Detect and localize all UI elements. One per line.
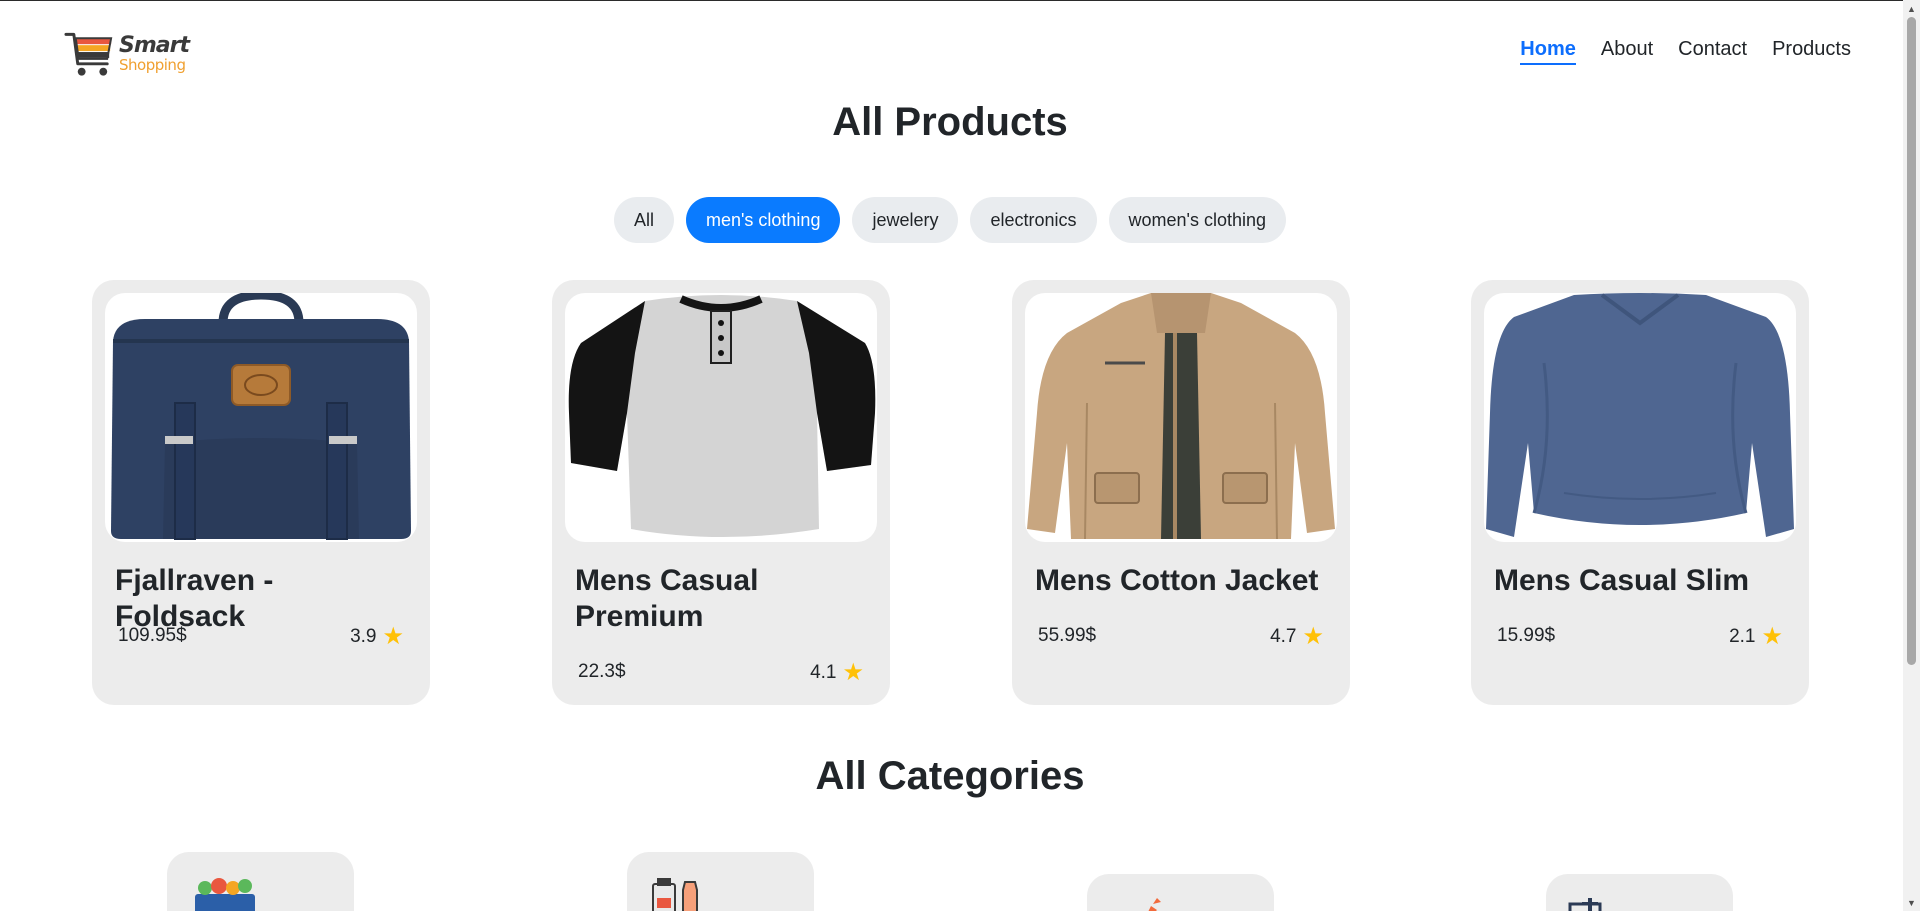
star-icon: ★ xyxy=(1761,623,1783,650)
product-rating: 2.1 ★ xyxy=(1729,625,1783,649)
product-name: Mens Casual Premium xyxy=(575,564,759,633)
nav-contact[interactable]: Contact xyxy=(1678,38,1747,65)
bottles-icon xyxy=(652,878,698,911)
product-price: 22.3$ xyxy=(578,661,626,682)
filter-jewelery[interactable]: jewelery xyxy=(852,197,959,243)
appliance-icon xyxy=(1568,898,1602,911)
scroll-down-arrow-icon[interactable]: ▼ xyxy=(1903,894,1920,911)
scroll-up-arrow-icon[interactable]: ▲ xyxy=(1903,0,1920,17)
raglan-shirt-image xyxy=(565,293,877,542)
filter-electronics[interactable]: electronics xyxy=(970,197,1097,243)
star-icon: ★ xyxy=(842,659,864,686)
product-rating: 3.9 ★ xyxy=(350,625,404,649)
product-price: 55.99$ xyxy=(1038,625,1097,646)
window-top-border xyxy=(0,0,1920,1)
carrot-icon xyxy=(1148,898,1161,911)
product-card[interactable]: Mens Casual Slim 15.99$ 2.1 ★ xyxy=(1471,280,1809,705)
jacket-image xyxy=(1025,293,1337,542)
rating-value: 4.1 xyxy=(810,662,837,683)
filter-all[interactable]: All xyxy=(613,197,674,243)
category-card[interactable] xyxy=(167,852,354,911)
nav-about[interactable]: About xyxy=(1601,38,1653,65)
star-icon: ★ xyxy=(1302,623,1324,650)
long-sleeve-shirt-image xyxy=(1484,293,1796,542)
rating-value: 4.7 xyxy=(1270,626,1297,647)
backpack-image xyxy=(105,293,417,542)
nav-products[interactable]: Products xyxy=(1772,38,1851,65)
categories-section-title: All Categories xyxy=(815,754,1085,798)
cart-logo-icon xyxy=(64,32,113,76)
vertical-scrollbar[interactable]: ▲ ▼ xyxy=(1903,0,1920,911)
product-price: 15.99$ xyxy=(1497,625,1556,646)
product-rating: 4.7 ★ xyxy=(1270,625,1324,649)
logo-title: Smart xyxy=(119,33,190,58)
category-card[interactable] xyxy=(1546,874,1733,911)
category-card[interactable] xyxy=(1087,874,1274,911)
product-card[interactable]: Fjallraven - Foldsack 109.95$ 3.9 ★ xyxy=(92,280,430,705)
main-nav: Home About Contact Products xyxy=(1495,38,1851,65)
category-card[interactable] xyxy=(627,852,814,911)
product-name: Mens Casual Slim xyxy=(1494,564,1750,597)
filter-womens-clothing[interactable]: women's clothing xyxy=(1108,197,1287,243)
product-card[interactable]: Mens Casual Premium 22.3$ 4.1 ★ xyxy=(552,280,890,705)
nav-home[interactable]: Home xyxy=(1520,38,1576,65)
vegetables-basket-icon xyxy=(195,878,255,911)
product-card[interactable]: Mens Cotton Jacket 55.99$ 4.7 ★ xyxy=(1012,280,1350,705)
category-filters: All men's clothing jewelery electronics … xyxy=(0,197,1900,243)
rating-value: 2.1 xyxy=(1729,626,1756,647)
scrollbar-thumb[interactable] xyxy=(1907,17,1916,665)
product-price: 109.95$ xyxy=(118,625,187,646)
filter-mens-clothing[interactable]: men's clothing xyxy=(685,197,841,243)
product-name: Mens Cotton Jacket xyxy=(1035,564,1319,597)
products-section-title: All Products xyxy=(832,100,1068,144)
product-rating: 4.1 ★ xyxy=(810,661,864,685)
rating-value: 3.9 xyxy=(350,626,377,647)
star-icon: ★ xyxy=(382,623,404,650)
logo[interactable]: Smart Shopping xyxy=(64,28,190,80)
logo-subtitle: Shopping xyxy=(119,56,186,74)
